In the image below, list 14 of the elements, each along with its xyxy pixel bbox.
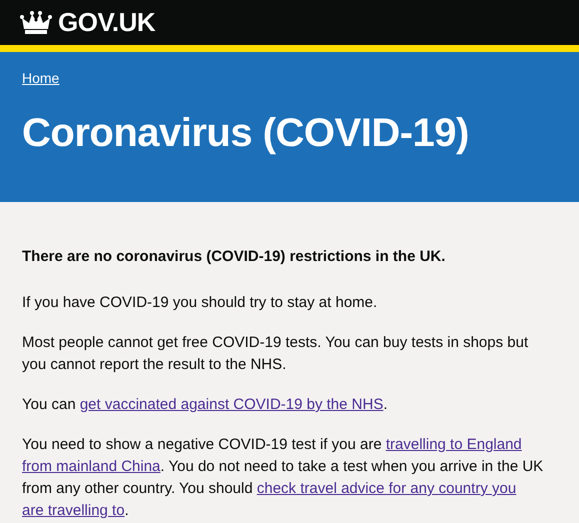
paragraph: You can get vaccinated against COVID-19 by the NHS. (22, 395, 389, 415)
crown-icon (20, 10, 52, 36)
logo-link[interactable]: GOV.UK (58, 3, 156, 42)
paragraph: If you have COVID-19 you should try to stay at home. (22, 293, 378, 313)
text-link[interactable]: from mainland China (22, 458, 160, 475)
lead-paragraph: There are no coronavirus (COVID-19) restrictions in the UK. (22, 247, 446, 267)
text-link[interactable]: check travel advice for any country you (256, 480, 516, 497)
paragraph: Most people cannot get free COVID-19 tests. You can buy tests in shops but you cannot report the result to the NHS. (22, 333, 530, 375)
text-link[interactable]: are travelling to (22, 502, 125, 519)
paragraph: You need to show a negative COVID-19 test if you are travelling to England from mainland China. You do not need to take a test when you arrive in the UK from any other country. You should check travel advice for any country you are travelling to. (22, 435, 544, 521)
text-link[interactable]: get vaccinated against COVID-19 by the NHS (80, 396, 384, 413)
page-title: Coronavirus (COVID-19) (22, 110, 470, 157)
home-link[interactable]: Home (22, 68, 60, 89)
text-link[interactable]: travelling to England (386, 436, 522, 453)
